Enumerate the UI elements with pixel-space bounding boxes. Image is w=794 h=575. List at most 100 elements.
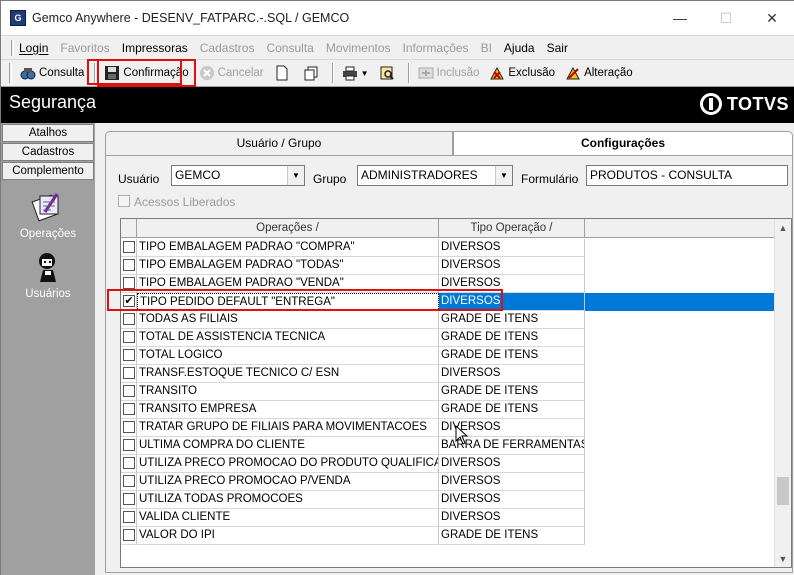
sidebar-item-usuarios[interactable]: Usuários bbox=[1, 250, 95, 300]
scroll-thumb[interactable] bbox=[777, 477, 789, 505]
new-document-button[interactable] bbox=[270, 62, 297, 84]
table-row[interactable]: TRANSITO EMPRESA GRADE DE ITENS bbox=[121, 401, 791, 419]
tipo-operacao-cell: GRADE DE ITENS bbox=[439, 527, 585, 545]
table-row[interactable]: TIPO EMBALAGEM PADRAO "VENDA" DIVERSOS bbox=[121, 275, 791, 293]
sidebar-item-usuarios-label: Usuários bbox=[25, 288, 71, 300]
minimize-button[interactable]: — bbox=[657, 1, 703, 35]
operacoes-grid[interactable]: Operações / Tipo Operação / TIPO EMBALAG… bbox=[120, 218, 792, 568]
row-checkbox[interactable] bbox=[123, 277, 135, 289]
maximize-button[interactable]: ☐ bbox=[703, 1, 749, 35]
row-checkbox[interactable] bbox=[123, 529, 135, 541]
table-row[interactable]: UTILIZA PRECO PROMOCAO P/VENDA DIVERSOS bbox=[121, 473, 791, 491]
tab-strip: Usuário / Grupo Configurações bbox=[105, 131, 793, 157]
table-row[interactable]: UTILIZA TODAS PROMOCOES DIVERSOS bbox=[121, 491, 791, 509]
scroll-down-icon[interactable]: ▼ bbox=[775, 550, 791, 567]
row-checkbox[interactable] bbox=[123, 313, 135, 325]
menu-impressoras[interactable]: Impressoras bbox=[122, 41, 188, 55]
operacao-cell: TRANSF.ESTOQUE TECNICO C/ ESN bbox=[137, 365, 439, 383]
row-checkbox[interactable] bbox=[123, 511, 135, 523]
table-row[interactable]: TRANSF.ESTOQUE TECNICO C/ ESN DIVERSOS bbox=[121, 365, 791, 383]
table-row[interactable]: VALIDA CLIENTE DIVERSOS bbox=[121, 509, 791, 527]
table-row[interactable]: TIPO EMBALAGEM PADRAO "TODAS" DIVERSOS bbox=[121, 257, 791, 275]
operations-icon bbox=[31, 190, 65, 224]
mouse-cursor-icon bbox=[455, 424, 469, 448]
exclusao-label: Exclusão bbox=[508, 67, 556, 79]
sidebar-cadastros-button[interactable]: Cadastros bbox=[2, 143, 94, 161]
window-title: Gemco Anywhere - DESENV_FATPARC.-.SQL / … bbox=[32, 11, 350, 25]
table-row[interactable]: ✔ TIPO PEDIDO DEFAULT "ENTREGA" DIVERSOS bbox=[121, 293, 791, 311]
alteracao-button[interactable]: Alteração bbox=[561, 62, 637, 84]
grid-header-operacoes[interactable]: Operações / bbox=[137, 219, 439, 237]
table-row[interactable]: VALOR DO IPI GRADE DE ITENS bbox=[121, 527, 791, 545]
add-record-icon bbox=[418, 65, 434, 81]
consulta-button[interactable]: Consulta bbox=[16, 62, 88, 84]
menu-ajuda[interactable]: Ajuda bbox=[504, 41, 535, 55]
tipo-operacao-cell: GRADE DE ITENS bbox=[439, 329, 585, 347]
consulta-label: Consulta bbox=[39, 67, 85, 79]
tab-configuracoes[interactable]: Configurações bbox=[453, 131, 793, 157]
row-checkbox[interactable] bbox=[123, 439, 135, 451]
toolbar-separator bbox=[94, 63, 97, 83]
sidebar-item-operacoes[interactable]: Operações bbox=[1, 190, 95, 240]
table-row[interactable]: TOTAL LOGICO GRADE DE ITENS bbox=[121, 347, 791, 365]
cancelar-button[interactable]: Cancelar bbox=[195, 62, 268, 84]
grid-header-tipo[interactable]: Tipo Operação / bbox=[439, 219, 585, 237]
table-row[interactable]: TIPO EMBALAGEM PADRAO "COMPRA" DIVERSOS bbox=[121, 239, 791, 257]
tipo-operacao-cell: DIVERSOS bbox=[439, 275, 585, 293]
menu-bi[interactable]: BI bbox=[481, 41, 492, 55]
row-checkbox[interactable] bbox=[123, 349, 135, 361]
empty-cell bbox=[585, 527, 791, 545]
row-checkbox[interactable] bbox=[123, 367, 135, 379]
confirmacao-button[interactable]: Confirmação bbox=[97, 59, 196, 87]
row-checkbox[interactable]: ✔ bbox=[123, 295, 135, 307]
row-checkbox[interactable] bbox=[123, 241, 135, 253]
copy-button[interactable] bbox=[299, 62, 326, 84]
menu-sair[interactable]: Sair bbox=[547, 41, 568, 55]
row-checkbox[interactable] bbox=[123, 421, 135, 433]
table-row[interactable]: TOTAL DE ASSISTENCIA TECNICA GRADE DE ITE… bbox=[121, 329, 791, 347]
sidebar-atalhos-button[interactable]: Atalhos bbox=[2, 124, 94, 142]
chevron-down-icon: ▼ bbox=[495, 166, 512, 185]
sidebar-complemento-button[interactable]: Complemento bbox=[2, 162, 94, 180]
row-checkbox[interactable] bbox=[123, 331, 135, 343]
empty-cell bbox=[585, 239, 791, 257]
row-check-cell bbox=[121, 437, 137, 455]
row-checkbox[interactable] bbox=[123, 259, 135, 271]
table-row[interactable]: TODAS AS FILIAIS GRADE DE ITENS bbox=[121, 311, 791, 329]
vertical-scrollbar[interactable]: ▲ ▼ bbox=[774, 219, 791, 567]
delete-record-icon bbox=[489, 65, 505, 81]
row-check-cell bbox=[121, 257, 137, 275]
printer-icon bbox=[342, 65, 358, 81]
row-checkbox[interactable] bbox=[123, 385, 135, 397]
exclusao-button[interactable]: Exclusão bbox=[485, 62, 559, 84]
inclusao-button[interactable]: Inclusão bbox=[414, 62, 484, 84]
row-checkbox[interactable] bbox=[123, 493, 135, 505]
toolbar-separator bbox=[331, 63, 334, 83]
chevron-down-icon: ▼ bbox=[360, 68, 369, 78]
row-check-cell bbox=[121, 473, 137, 491]
menu-informacoes[interactable]: Informações bbox=[403, 41, 469, 55]
menu-favoritos[interactable]: Favoritos bbox=[60, 41, 109, 55]
alteracao-label: Alteração bbox=[584, 67, 633, 79]
menu-movimentos[interactable]: Movimentos bbox=[326, 41, 391, 55]
print-button[interactable]: ▼ bbox=[338, 62, 373, 84]
row-check-cell bbox=[121, 527, 137, 545]
table-row[interactable]: UTILIZA PRECO PROMOCAO DO PRODUTO QUALIF… bbox=[121, 455, 791, 473]
formulario-field[interactable]: PRODUTOS - CONSULTA bbox=[586, 165, 788, 186]
menu-consulta[interactable]: Consulta bbox=[266, 41, 313, 55]
menu-login[interactable]: Login bbox=[19, 41, 48, 55]
menu-cadastros[interactable]: Cadastros bbox=[200, 41, 255, 55]
acessos-liberados-checkbox[interactable] bbox=[118, 195, 130, 207]
tipo-operacao-cell: GRADE DE ITENS bbox=[439, 401, 585, 419]
grupo-select[interactable]: ADMINISTRADORES ▼ bbox=[357, 165, 513, 186]
empty-cell bbox=[585, 401, 791, 419]
row-checkbox[interactable] bbox=[123, 457, 135, 469]
table-row[interactable]: TRANSITO GRADE DE ITENS bbox=[121, 383, 791, 401]
usuario-select[interactable]: GEMCO ▼ bbox=[171, 165, 305, 186]
preview-button[interactable] bbox=[375, 62, 402, 84]
tab-usuario-grupo[interactable]: Usuário / Grupo bbox=[105, 131, 453, 155]
row-checkbox[interactable] bbox=[123, 403, 135, 415]
scroll-up-icon[interactable]: ▲ bbox=[775, 219, 791, 236]
row-checkbox[interactable] bbox=[123, 475, 135, 487]
close-button[interactable]: ✕ bbox=[749, 1, 794, 35]
